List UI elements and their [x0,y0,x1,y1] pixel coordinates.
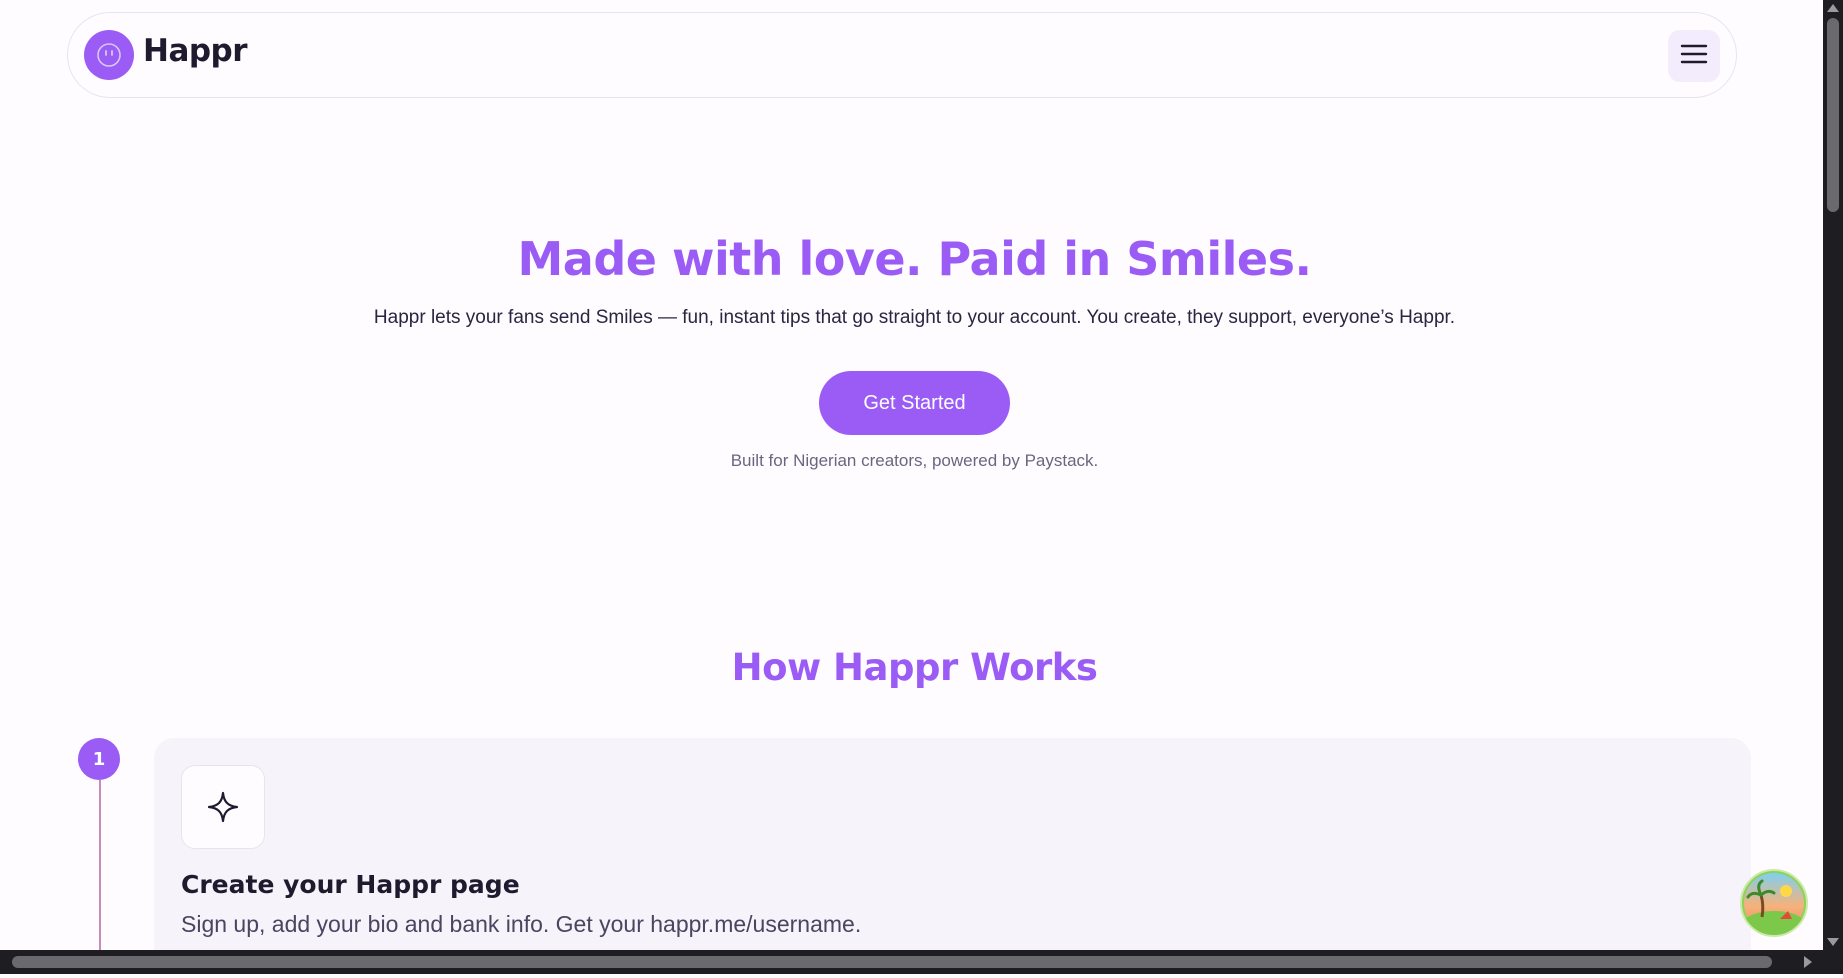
hamburger-menu-icon [1680,42,1708,70]
brand-name[interactable]: Happr [143,33,248,69]
step-description: Sign up, add your bio and bank info. Get… [181,911,862,937]
step-connector-line [99,780,101,950]
step-card: Create your Happr page Sign up, add your… [154,738,1751,950]
hero-subtitle: Happr lets your fans send Smiles — fun, … [373,307,1456,328]
hero-title: Made with love. Paid in Smiles. [517,232,1312,286]
vertical-scrollbar-thumb[interactable] [1827,18,1839,212]
sparkle-icon [181,765,265,849]
page: Happr Made with love. Paid in Smiles. Ha… [0,0,1823,950]
hero-note: Built for Nigerian creators, powered by … [730,451,1099,470]
floating-avatar-button[interactable] [1740,869,1808,937]
step-title: Create your Happr page [181,870,520,899]
menu-button[interactable] [1668,30,1720,82]
get-started-button[interactable]: Get Started [819,371,1010,435]
smiley-icon[interactable] [84,30,134,80]
step-number: 1 [78,738,120,780]
horizontal-scrollbar-thumb[interactable] [12,956,1772,968]
island-icon [1744,873,1804,935]
top-navbar: Happr [67,12,1737,98]
how-it-works-title: How Happr Works [731,646,1098,689]
